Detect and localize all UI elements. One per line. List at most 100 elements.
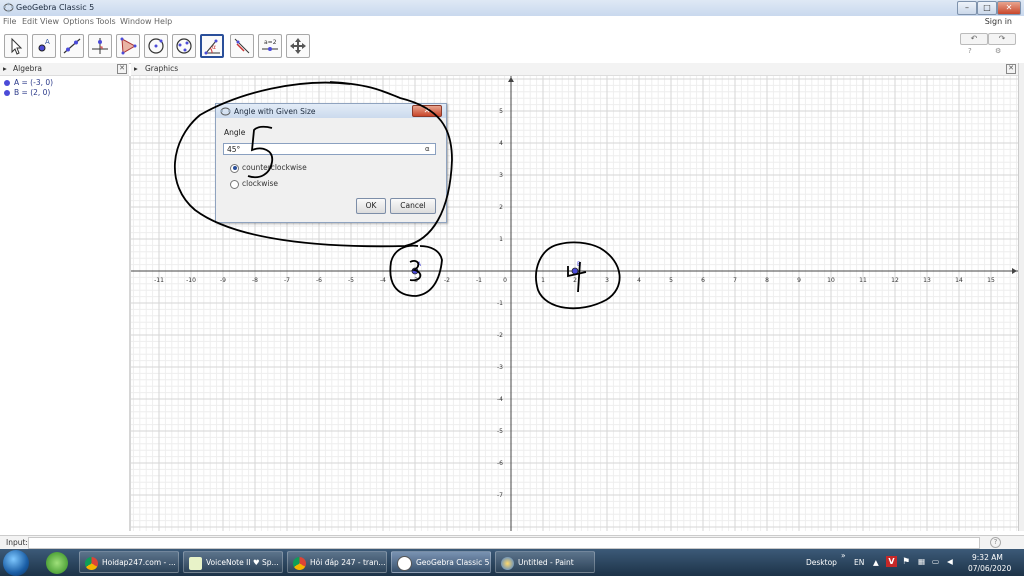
menu-tools[interactable]: Tools (96, 17, 116, 26)
taskbar-item-paint[interactable]: Untitled - Paint (495, 551, 595, 573)
reflect-tool-button[interactable] (230, 34, 254, 58)
menu-view[interactable]: View (40, 17, 59, 26)
title-bar: GeoGebra Classic 5 – □ ✕ (0, 0, 1024, 17)
alpha-symbol-button[interactable]: α (425, 145, 430, 153)
volume-icon[interactable]: ◀ (947, 557, 953, 566)
sign-in-link[interactable]: Sign in (985, 17, 1012, 26)
y-tick-label: -3 (497, 364, 503, 371)
angle-input[interactable]: 45° (223, 143, 436, 155)
counterclockwise-option[interactable]: counterclockwise (230, 163, 307, 173)
point-tool-button[interactable]: A (32, 34, 56, 58)
input-field[interactable] (28, 537, 980, 549)
algebra-item-a[interactable]: A = (-3, 0) (4, 78, 53, 87)
x-tick-label: 8 (765, 277, 769, 284)
menu-edit[interactable]: Edit (22, 17, 38, 26)
polygon-icon (120, 37, 137, 55)
clock-date[interactable]: 07/06/2020 (968, 564, 1011, 573)
power-icon[interactable]: ▭ (932, 557, 939, 566)
x-tick-label: 0 (503, 277, 507, 284)
taskbar-item-geogebra[interactable]: GeoGebra Classic 5 (391, 551, 491, 573)
y-tick-label: -2 (497, 332, 503, 339)
input-help-icon[interactable]: ? (990, 537, 1001, 548)
algebra-header: ▸ Algebra ✕ (0, 63, 129, 76)
polygon-tool-button[interactable] (116, 34, 140, 58)
input-label: Input: (6, 538, 28, 547)
desktop-toolbar-label[interactable]: Desktop (806, 558, 837, 567)
move-graphics-view-tool-button[interactable] (286, 34, 310, 58)
graphics-expand-triangle-icon[interactable]: ▸ (134, 64, 138, 73)
algebra-item-b[interactable]: B = (2, 0) (4, 88, 50, 97)
point-a (411, 267, 419, 275)
x-tick-label: 3 (605, 277, 609, 284)
vertical-scrollbar[interactable] (1018, 63, 1024, 531)
menu-help[interactable]: Help (154, 17, 172, 26)
flag-icon[interactable]: ⚑ (902, 557, 910, 567)
ok-button[interactable]: OK (356, 198, 386, 214)
geogebra-logo-icon (3, 2, 14, 13)
input-bar: Input: ? (0, 535, 1024, 549)
taskbar-item-voicenote[interactable]: VoiceNote II ♥ Sp... (183, 551, 283, 573)
slider-tool-button[interactable]: a=2 (258, 34, 282, 58)
x-tick-label: 10 (827, 277, 835, 284)
x-tick-label: -7 (284, 277, 290, 284)
minimize-button[interactable]: – (957, 1, 977, 15)
x-tick-label: -5 (348, 277, 354, 284)
settings-gear-icon[interactable]: ⚙ (995, 47, 1001, 55)
x-tick-label: -8 (252, 277, 258, 284)
help-icon[interactable]: ? (968, 47, 972, 55)
y-tick-label: 1 (499, 236, 503, 243)
move-tool-button[interactable] (4, 34, 28, 58)
undo-button[interactable]: ↶ (960, 33, 988, 45)
task-label: Hoidap247.com - ... (102, 558, 176, 567)
clock-time[interactable]: 9:32 AM (972, 553, 1003, 562)
perpendicular-line-tool-button[interactable] (88, 34, 112, 58)
tray-expand-arrow-icon[interactable]: ▲ (873, 558, 879, 567)
menu-bar: File Edit View Options Tools Window Help… (0, 16, 1024, 29)
x-tick-label: -9 (220, 277, 226, 284)
y-tick-label: -6 (497, 460, 503, 467)
graphics-close-icon[interactable]: ✕ (1006, 64, 1016, 74)
angle-tool-button[interactable]: α (200, 34, 224, 58)
graphics-title: Graphics (145, 64, 179, 73)
network-icon[interactable]: ▦ (918, 557, 925, 566)
clockwise-option[interactable]: clockwise (230, 179, 278, 189)
visibility-dot-icon[interactable] (4, 80, 10, 86)
close-button[interactable]: ✕ (997, 1, 1021, 15)
algebra-item-label: B = (2, 0) (14, 88, 51, 97)
menu-file[interactable]: File (3, 17, 16, 26)
dialog-close-button[interactable]: ✕ (412, 105, 442, 117)
taskbar-item-chrome-hoidap247[interactable]: Hỏi đáp 247 - tran... (287, 551, 387, 573)
menu-window[interactable]: Window (120, 17, 152, 26)
start-button-windows-icon[interactable] (3, 550, 29, 576)
algebra-close-icon[interactable]: ✕ (117, 64, 127, 74)
line-tool-button[interactable] (60, 34, 84, 58)
radio-selected[interactable] (230, 163, 239, 173)
menu-options[interactable]: Options (63, 17, 94, 26)
circle-tool-button[interactable] (144, 34, 168, 58)
y-tick-label: 4 (499, 140, 503, 147)
x-tick-label: 6 (701, 277, 705, 284)
algebra-panel: A = (-3, 0) B = (2, 0) (0, 76, 131, 531)
x-tick-label: -6 (316, 277, 322, 284)
maximize-button[interactable]: □ (977, 1, 997, 15)
antivirus-v-icon[interactable]: V (886, 556, 897, 567)
y-tick-label: -4 (497, 396, 503, 403)
x-tick-label: -11 (154, 277, 164, 284)
svg-text:a=2: a=2 (264, 39, 277, 46)
y-tick-label: 5 (499, 108, 503, 115)
visibility-dot-icon[interactable] (4, 90, 10, 96)
cancel-button[interactable]: Cancel (390, 198, 436, 214)
taskbar-item-chrome-hoidap[interactable]: Hoidap247.com - ... (79, 551, 179, 573)
y-tick-label: 3 (499, 172, 503, 179)
redo-button[interactable]: ↷ (988, 33, 1016, 45)
radio-unselected[interactable] (230, 179, 239, 189)
algebra-expand-triangle-icon[interactable]: ▸ (3, 64, 7, 73)
language-indicator[interactable]: EN (854, 558, 864, 567)
green-app-launcher-icon[interactable] (46, 552, 68, 574)
toolbar-chevron-icon[interactable]: » (841, 551, 846, 560)
circle-center-point-icon (148, 38, 164, 54)
line-icon (63, 38, 81, 54)
slider-icon: a=2 (262, 39, 278, 51)
voicenote-icon (189, 556, 202, 570)
ellipse-tool-button[interactable] (172, 34, 196, 58)
